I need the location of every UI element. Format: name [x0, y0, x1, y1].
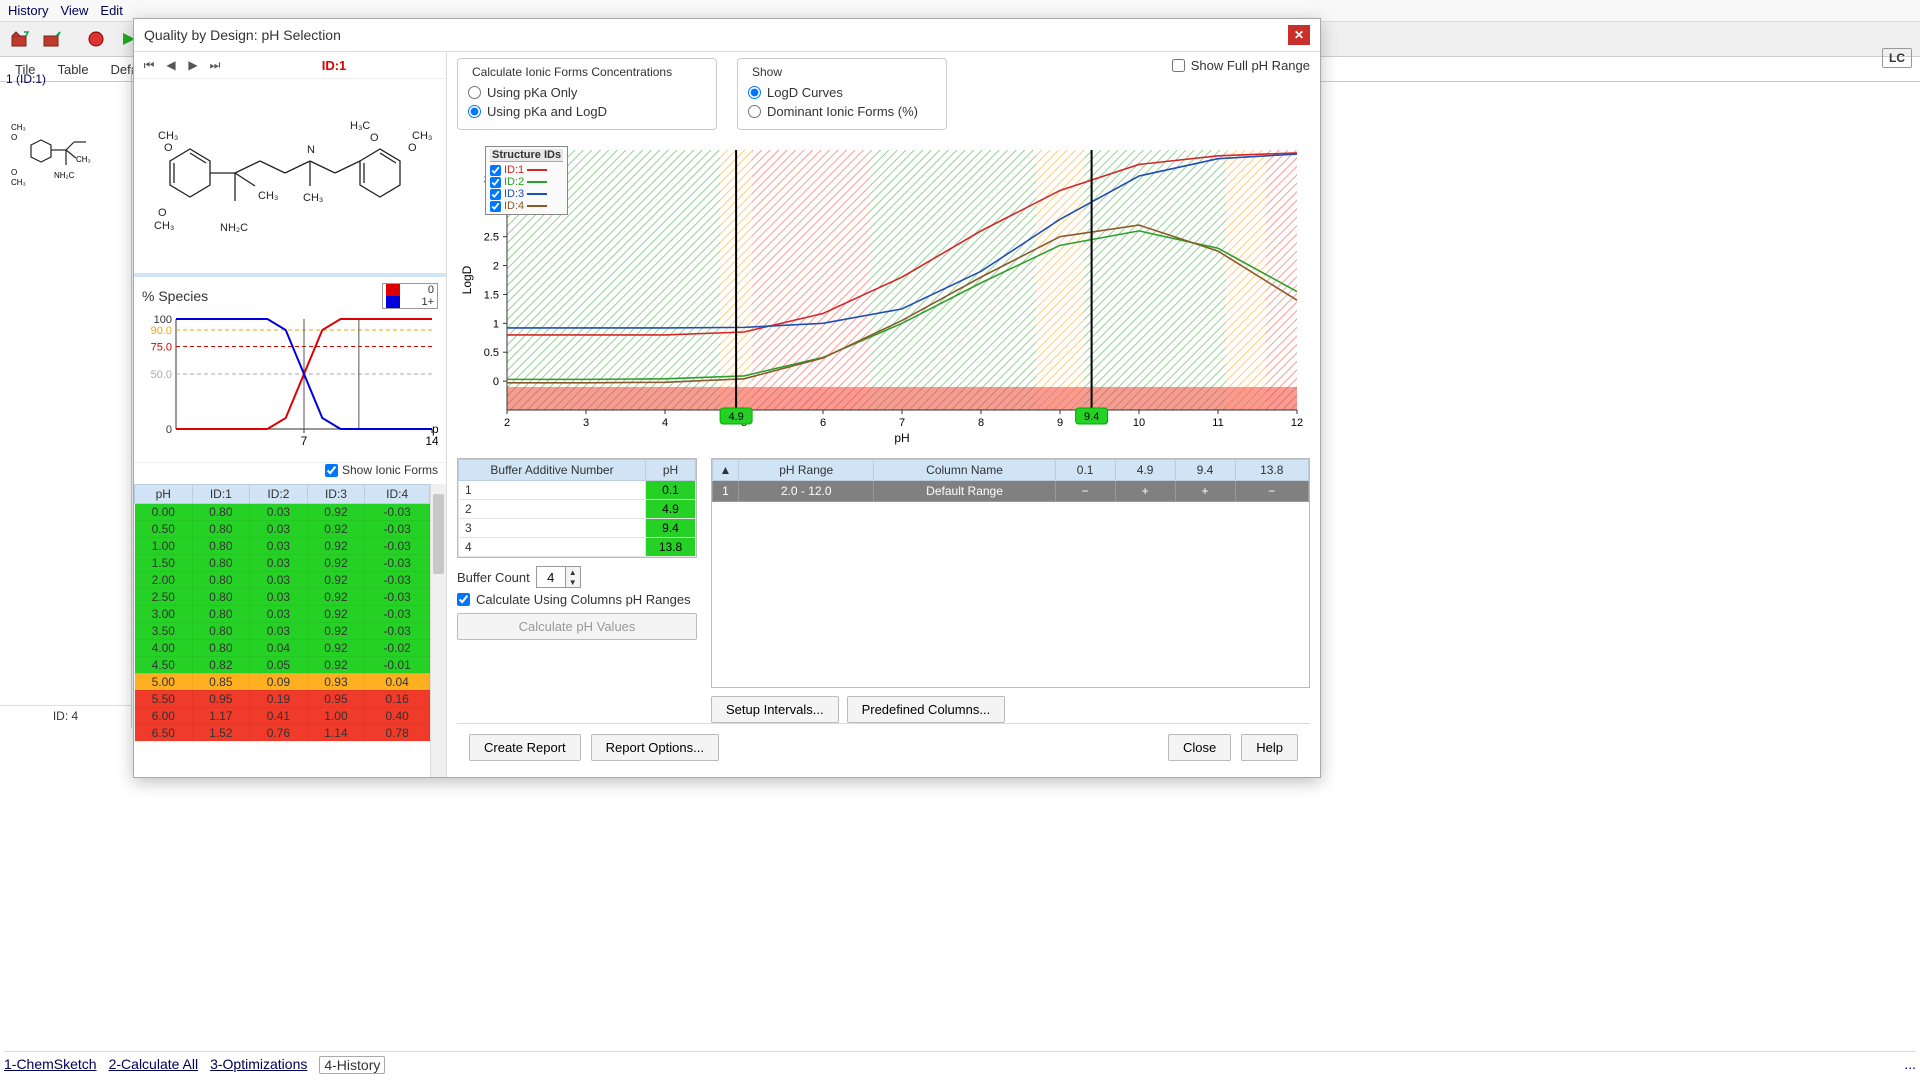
svg-text:9.4: 9.4: [1084, 411, 1099, 423]
radio-pka-logd[interactable]: Using pKa and LogD: [468, 102, 706, 121]
structure-thumbnail: CH₃O OCH₃ CH₃NH₂C: [6, 100, 126, 220]
svg-text:CH₃: CH₃: [303, 192, 323, 204]
radio-pka-only[interactable]: Using pKa Only: [468, 83, 706, 102]
help-button[interactable]: Help: [1241, 734, 1298, 761]
species-chart: 10090.075.050.00714pH: [142, 313, 438, 453]
bottom-tab-1[interactable]: 1-ChemSketch: [4, 1056, 97, 1074]
svg-text:CH₃: CH₃: [76, 155, 91, 164]
svg-text:50.0: 50.0: [151, 369, 172, 381]
species-title: % Species: [142, 288, 208, 304]
calc-using-columns-checkbox[interactable]: Calculate Using Columns pH Ranges: [457, 592, 697, 607]
svg-text:75.0: 75.0: [151, 342, 172, 354]
setup-intervals-button[interactable]: Setup Intervals...: [711, 696, 839, 723]
ph-selection-dialog: Quality by Design: pH Selection ✕ ⏮ ◀ ▶ …: [133, 18, 1321, 778]
nav-current-id: ID:1: [228, 58, 440, 73]
svg-text:0: 0: [166, 424, 172, 436]
svg-text:O: O: [408, 142, 417, 154]
svg-text:1.5: 1.5: [484, 289, 499, 301]
svg-text:O: O: [164, 142, 173, 154]
svg-text:CH₃: CH₃: [158, 130, 178, 142]
menu-edit[interactable]: Edit: [100, 3, 122, 18]
svg-text:3: 3: [583, 417, 589, 429]
chart-legend[interactable]: Structure IDs ID:1 ID:2 ID:3 ID:4: [485, 146, 568, 215]
left-panel-title: 1 (ID:1): [0, 68, 131, 90]
nav-next-icon[interactable]: ▶: [184, 56, 202, 74]
svg-text:8: 8: [978, 417, 984, 429]
show-ionic-forms-checkbox[interactable]: Show Ionic Forms: [325, 463, 438, 477]
svg-text:O: O: [11, 133, 17, 142]
svg-text:4: 4: [662, 417, 668, 429]
ph-values-table[interactable]: pHID:1ID:2ID:3ID:40.000.800.030.92-0.030…: [134, 484, 430, 778]
spin-up-icon[interactable]: ▲: [566, 567, 580, 577]
svg-text:14: 14: [425, 434, 438, 448]
predefined-columns-button[interactable]: Predefined Columns...: [847, 696, 1006, 723]
svg-text:11: 11: [1212, 417, 1223, 429]
close-icon[interactable]: ✕: [1288, 25, 1310, 45]
buffer-count-input[interactable]: [537, 570, 565, 585]
svg-text:pH: pH: [894, 431, 909, 445]
scrollbar[interactable]: [430, 484, 446, 778]
buffer-count-spinner[interactable]: ▲▼: [536, 566, 581, 588]
species-legend: 0 1+: [382, 283, 438, 309]
radio-dominant-ionic[interactable]: Dominant Ionic Forms (%): [748, 102, 936, 121]
svg-text:N: N: [307, 144, 315, 156]
show-full-ph-checkbox[interactable]: Show Full pH Range: [1172, 58, 1310, 73]
logd-chart[interactable]: 2345678910111200.511.522.533.54pHLogD4.9…: [457, 140, 1307, 450]
left-panel-footer: ID: 4: [0, 705, 131, 726]
buffer-table[interactable]: Buffer Additive NumberpH10.124.939.4413.…: [457, 458, 697, 558]
svg-text:NH₂C: NH₂C: [220, 222, 248, 234]
svg-text:O: O: [158, 207, 167, 219]
create-report-button[interactable]: Create Report: [469, 734, 581, 761]
svg-text:2: 2: [493, 261, 499, 273]
nav-first-icon[interactable]: ⏮: [140, 56, 158, 74]
nav-prev-icon[interactable]: ◀: [162, 56, 180, 74]
calc-mode-group: Calculate Ionic Forms Concentrations Usi…: [457, 58, 717, 130]
bottom-tab-2[interactable]: 2-Calculate All: [109, 1056, 199, 1074]
svg-text:CH₃: CH₃: [412, 130, 432, 142]
columns-table[interactable]: ▲pH RangeColumn Name0.14.99.413.812.0 - …: [711, 458, 1310, 688]
svg-text:CH₃: CH₃: [11, 178, 26, 187]
buffer-count-label: Buffer Count: [457, 570, 530, 585]
more-icon[interactable]: ...: [1904, 1056, 1916, 1074]
svg-text:NH₂C: NH₂C: [54, 171, 75, 180]
svg-text:12: 12: [1291, 417, 1303, 429]
svg-text:CH₃: CH₃: [154, 220, 174, 232]
open-icon[interactable]: [6, 26, 34, 52]
record-icon[interactable]: [82, 26, 110, 52]
svg-text:O: O: [370, 132, 379, 144]
svg-text:90.0: 90.0: [151, 325, 172, 337]
bottom-tab-4[interactable]: 4-History: [319, 1056, 385, 1074]
save-icon[interactable]: [38, 26, 66, 52]
mode-badge: LC: [1882, 48, 1912, 68]
show-mode-group: Show LogD Curves Dominant Ionic Forms (%…: [737, 58, 947, 130]
svg-text:0.5: 0.5: [484, 347, 499, 359]
spin-down-icon[interactable]: ▼: [566, 577, 580, 587]
svg-text:2: 2: [504, 417, 510, 429]
svg-text:LogD: LogD: [460, 265, 474, 294]
report-options-button[interactable]: Report Options...: [591, 734, 719, 761]
svg-text:H₃C: H₃C: [350, 120, 370, 132]
svg-text:1: 1: [493, 318, 499, 330]
menu-view[interactable]: View: [60, 3, 88, 18]
svg-text:2.5: 2.5: [484, 232, 499, 244]
close-button[interactable]: Close: [1168, 734, 1231, 761]
bottom-tab-3[interactable]: 3-Optimizations: [210, 1056, 307, 1074]
svg-text:pH: pH: [432, 422, 438, 436]
svg-text:6: 6: [820, 417, 826, 429]
structure-display: CH₃O OCH₃ NH₂CCH₃ CH₃N H₃CO OCH₃: [134, 79, 446, 277]
menu-history[interactable]: History: [8, 3, 48, 18]
svg-text:O: O: [11, 168, 17, 177]
dialog-title: Quality by Design: pH Selection: [144, 27, 341, 43]
calculate-ph-button[interactable]: Calculate pH Values: [457, 613, 697, 640]
svg-text:4.9: 4.9: [728, 411, 743, 423]
nav-last-icon[interactable]: ⏭: [206, 56, 224, 74]
svg-text:7: 7: [899, 417, 905, 429]
svg-text:7: 7: [301, 434, 308, 448]
svg-text:10: 10: [1133, 417, 1145, 429]
svg-text:CH₃: CH₃: [11, 123, 26, 132]
radio-logd-curves[interactable]: LogD Curves: [748, 83, 936, 102]
svg-text:0: 0: [493, 376, 499, 388]
svg-text:CH₃: CH₃: [258, 190, 278, 202]
svg-text:9: 9: [1057, 417, 1063, 429]
